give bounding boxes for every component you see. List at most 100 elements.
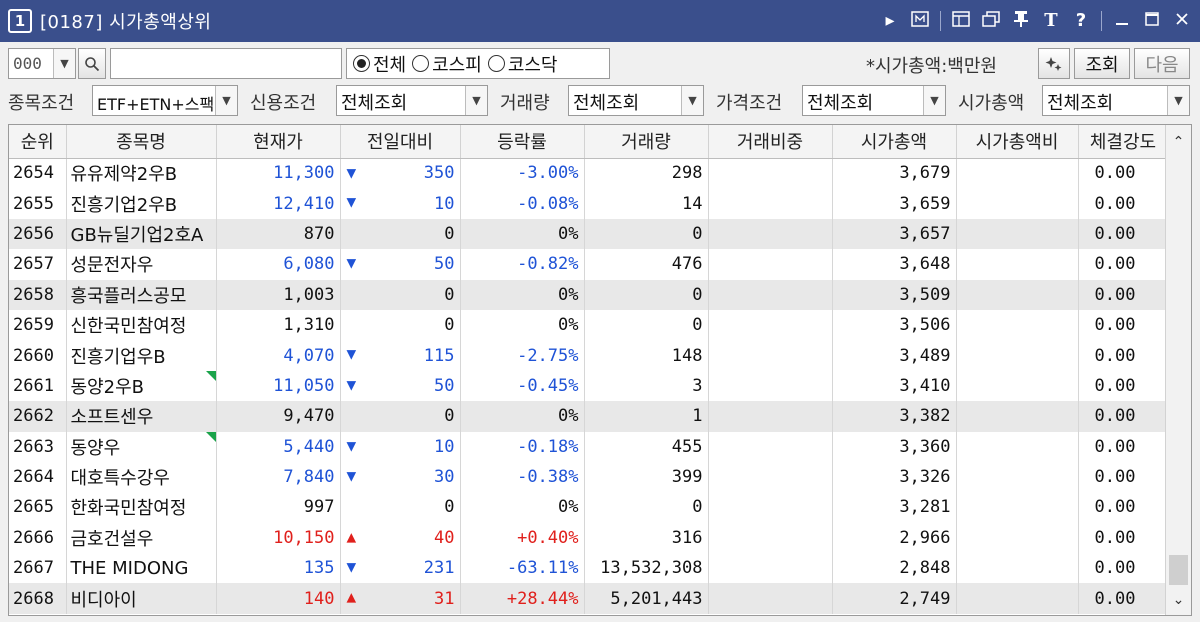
stock-name-cell[interactable]: 흥국플러스공모 (66, 279, 217, 310)
market-cap-combo[interactable]: 전체조회 ▼ (1042, 85, 1190, 116)
code-search-button[interactable] (78, 48, 106, 79)
market-radio-all[interactable]: 전체 (353, 51, 406, 77)
market-cap-cell: 3,326 (832, 461, 957, 493)
window-number-badge[interactable]: 1 (8, 9, 32, 33)
stock-name-cell[interactable]: 금호건설우 (66, 522, 217, 554)
table-row[interactable]: 2655 진흥기업2우B 12,410 ▼ 10 -0.08% 14 3,659 0.00 (9, 188, 1169, 219)
font-icon[interactable]: T (1041, 11, 1061, 31)
volume-ratio-cell (708, 492, 833, 523)
chevron-down-icon[interactable]: ▼ (215, 86, 237, 115)
stock-name: 대호특수강우 (70, 468, 170, 490)
col-header-change[interactable]: 전일대비 (340, 125, 461, 159)
query-button[interactable]: 조회 (1074, 48, 1130, 79)
change-value: 0 (444, 284, 455, 305)
market-cap-cell: 3,659 (832, 188, 957, 219)
table-row[interactable]: 2666 금호건설우 10,150 ▲ 40 +0.40% 316 2,966 0.00 (9, 522, 1169, 554)
stock-name-cell[interactable]: GB뉴딜기업2호A (66, 218, 217, 250)
stock-name-cell[interactable]: 신한국민참여정 (66, 309, 217, 341)
market-radio-kosdaq[interactable]: 코스닥 (487, 51, 558, 77)
pin-icon[interactable] (1011, 10, 1031, 33)
col-header-price[interactable]: 현재가 (216, 125, 341, 159)
stock-name: 유유제약2우B (70, 164, 178, 186)
close-icon[interactable] (1172, 11, 1192, 32)
down-triangle-icon: ▼ (346, 253, 357, 273)
stock-name-cell[interactable]: 진흥기업2우B (66, 188, 217, 219)
chevron-down-icon[interactable]: ▼ (1167, 86, 1189, 115)
scroll-up-icon[interactable]: ⌃ (1166, 129, 1191, 155)
maximize-icon[interactable] (1142, 11, 1162, 32)
stock-name-cell[interactable]: 동양2우B (66, 370, 217, 402)
settings-button[interactable] (1038, 48, 1070, 79)
table-row[interactable]: 2661 동양2우B 11,050 ▼ 50 -0.45% 3 3,410 0.00 (9, 370, 1169, 402)
code-combo[interactable]: 000 ▼ (8, 48, 76, 79)
table-row[interactable]: 2659 신한국민참여정 1,310 0 0% 0 3,506 0.00 (9, 309, 1169, 341)
window-title: [0187] 시가총액상위 (40, 12, 212, 33)
strength-cell: 0.00 (1078, 461, 1169, 493)
rate-cell: -63.11% (460, 553, 585, 584)
stock-name-cell[interactable]: 소프트센우 (66, 401, 217, 432)
change-value: 231 (423, 558, 455, 579)
title-bar: 1 [0187] 시가총액상위 ▸ T ? (0, 0, 1200, 42)
table-row[interactable]: 2663 동양우 5,440 ▼ 10 -0.18% 455 3,360 0.00 (9, 431, 1169, 462)
table-row[interactable]: 2665 한화국민참여정 997 0 0% 0 3,281 0.00 (9, 492, 1169, 523)
table-row[interactable]: 2657 성문전자우 6,080 ▼ 50 -0.82% 476 3,648 0.00 (9, 249, 1169, 280)
col-header-name[interactable]: 종목명 (66, 125, 217, 159)
volume-cell: 1 (584, 401, 709, 432)
chevron-down-icon[interactable]: ▼ (923, 86, 945, 115)
scroll-thumb[interactable] (1169, 555, 1188, 585)
table-row[interactable]: 2656 GB뉴딜기업2호A 870 0 0% 0 3,657 0.00 (9, 218, 1169, 250)
table-row[interactable]: 2654 유유제약2우B 11,300 ▼ 350 -3.00% 298 3,679 0.00 (9, 158, 1169, 189)
restore-window-icon[interactable] (981, 10, 1001, 32)
stock-name: 성문전자우 (70, 255, 154, 277)
change-cell: ▲ 40 (340, 522, 461, 554)
vertical-scrollbar[interactable]: ⌃ ⌄ (1165, 125, 1191, 615)
stock-name-cell[interactable]: 대호특수강우 (66, 461, 217, 493)
col-header-volume[interactable]: 거래량 (584, 125, 709, 159)
stock-name-cell[interactable]: 한화국민참여정 (66, 492, 217, 523)
volume-cell: 14 (584, 188, 709, 219)
filter-row: 종목조건 ETF+ETN+스팩 ▼ 신용조건 전체조회 ▼ 거래량 전체조회 ▼… (0, 82, 1200, 120)
table-row[interactable]: 2662 소프트센우 9,470 0 0% 1 3,382 0.00 (9, 401, 1169, 432)
rank-cell: 2668 (9, 583, 67, 614)
chevron-down-icon[interactable]: ▼ (53, 49, 75, 78)
strength-cell: 0.00 (1078, 218, 1169, 250)
window-icon[interactable] (951, 10, 971, 32)
stock-condition-label: 종목조건 (8, 93, 75, 114)
table-row[interactable]: 2660 진흥기업우B 4,070 ▼ 115 -2.75% 148 3,489 0.00 (9, 340, 1169, 371)
scroll-down-icon[interactable]: ⌄ (1166, 587, 1191, 613)
price-condition-combo[interactable]: 전체조회 ▼ (802, 85, 946, 116)
volume-cell: 148 (584, 340, 709, 371)
stock-condition-combo[interactable]: ETF+ETN+스팩 ▼ (92, 85, 238, 116)
volume-combo[interactable]: 전체조회 ▼ (568, 85, 704, 116)
help-icon[interactable]: ? (1071, 11, 1091, 31)
rate-cell: 0% (460, 401, 585, 432)
next-button[interactable]: 다음 (1134, 48, 1190, 79)
minimize-icon[interactable] (1112, 11, 1132, 32)
credit-condition-combo[interactable]: 전체조회 ▼ (336, 85, 488, 116)
memo-icon[interactable] (910, 10, 930, 32)
stock-name-cell[interactable]: 유유제약2우B (66, 158, 217, 189)
table-row[interactable]: 2668 비디아이 140 ▲ 31 +28.44% 5,201,443 2,749 0.00 (9, 583, 1169, 614)
stock-name-cell[interactable]: 비디아이 (66, 583, 217, 614)
col-header-market-cap[interactable]: 시가총액 (832, 125, 957, 159)
stock-name-cell[interactable]: THE MIDONG (66, 553, 217, 584)
col-header-volume-ratio[interactable]: 거래비중 (708, 125, 833, 159)
col-header-market-cap-ratio[interactable]: 시가총액비 (956, 125, 1079, 159)
table-row[interactable]: 2658 흥국플러스공모 1,003 0 0% 0 3,509 0.00 (9, 279, 1169, 310)
col-header-rank[interactable]: 순위 (9, 125, 67, 159)
stock-name-cell[interactable]: 동양우 (66, 431, 217, 462)
table-row[interactable]: 2664 대호특수강우 7,840 ▼ 30 -0.38% 399 3,326 0.00 (9, 461, 1169, 493)
market-radio-kospi[interactable]: 코스피 (412, 51, 482, 77)
play-icon[interactable]: ▸ (880, 11, 900, 31)
stock-name-input[interactable] (110, 48, 342, 79)
chevron-down-icon[interactable]: ▼ (681, 86, 703, 115)
market-radio-group: 전체 코스피 코스닥 (346, 48, 610, 79)
volume-ratio-cell (708, 522, 833, 554)
stock-name-cell[interactable]: 진흥기업우B (66, 340, 217, 371)
stock-name-cell[interactable]: 성문전자우 (66, 249, 217, 280)
table-row[interactable]: 2667 THE MIDONG 135 ▼ 231 -63.11% 13,532,308 2,… (9, 553, 1169, 584)
col-header-strength[interactable]: 체결강도 (1078, 125, 1169, 159)
change-value: 50 (434, 254, 455, 275)
chevron-down-icon[interactable]: ▼ (465, 86, 487, 115)
col-header-rate[interactable]: 등락률 (460, 125, 585, 159)
